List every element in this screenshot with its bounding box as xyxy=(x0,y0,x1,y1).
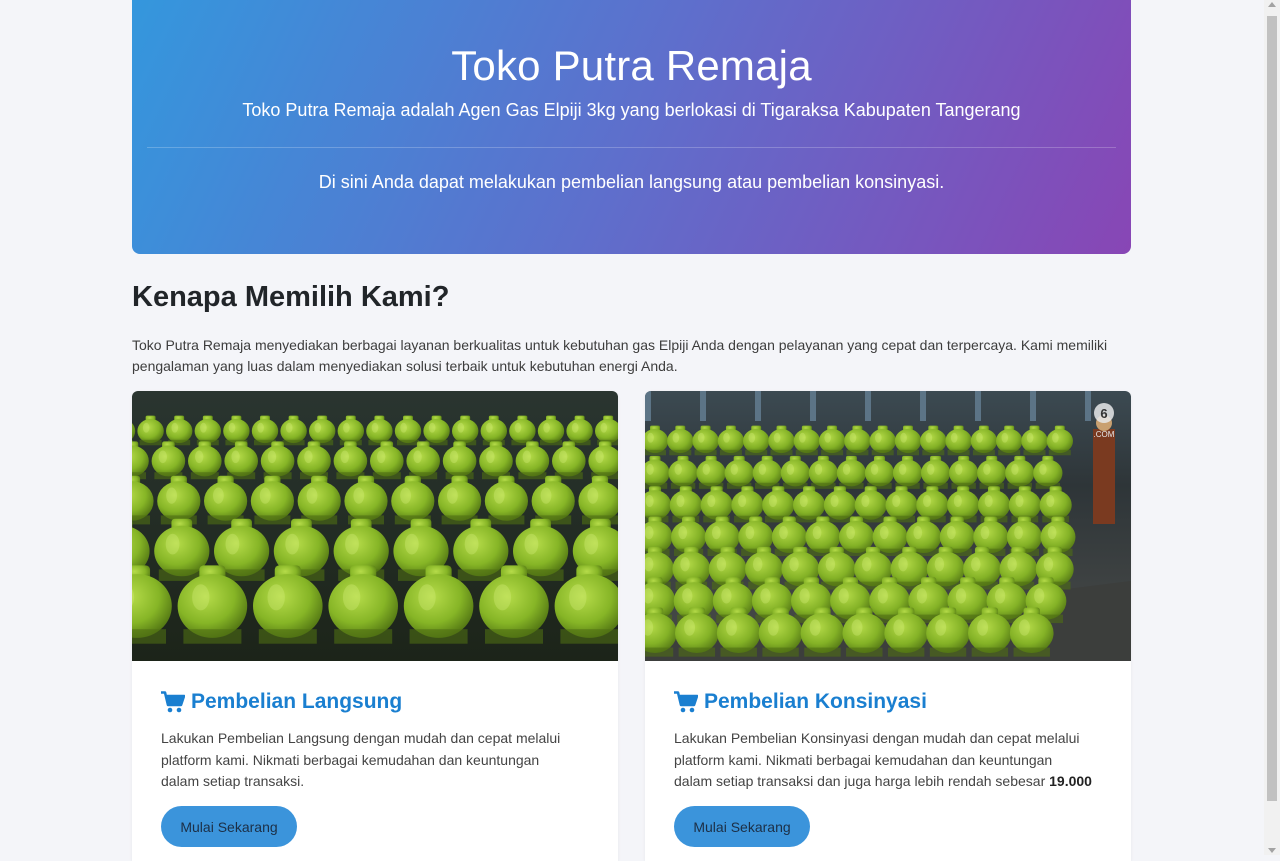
section-title: Kenapa Memilih Kami? xyxy=(132,281,449,314)
start-now-button[interactable]: Mulai Sekarang xyxy=(161,806,297,847)
hero-subtitle: Toko Putra Remaja adalah Agen Gas Elpiji… xyxy=(132,100,1131,121)
card-title-konsinyasi[interactable]: Pembelian Konsinyasi xyxy=(674,690,927,714)
card-description-text: Lakukan Pembelian Konsinyasi dengan muda… xyxy=(674,730,1080,789)
card-title-label: Pembelian Langsung xyxy=(191,690,402,714)
hero-title: Toko Putra Remaja xyxy=(132,42,1131,90)
card-title-label: Pembelian Konsinyasi xyxy=(704,690,927,714)
section-text: Toko Putra Remaja menyediakan berbagai l… xyxy=(132,335,1132,377)
start-now-button[interactable]: Mulai Sekarang xyxy=(674,806,810,847)
card-title-langsung[interactable]: Pembelian Langsung xyxy=(161,690,402,714)
service-card-langsung: Pembelian Langsung Lakukan Pembelian Lan… xyxy=(132,391,618,861)
scrollbar-thumb[interactable] xyxy=(1267,16,1277,801)
svg-text:.COM: .COM xyxy=(1094,430,1115,439)
svg-text:6: 6 xyxy=(1100,406,1107,421)
service-card-konsinyasi: 6 .COM Pembelian Konsinyasi Lakukan Pemb… xyxy=(645,391,1131,861)
scroll-down-icon[interactable] xyxy=(1268,848,1276,853)
gas-cylinders-image xyxy=(132,391,618,661)
shopping-cart-icon xyxy=(674,691,698,713)
price-discount: 19.000 xyxy=(1049,773,1092,789)
hero-divider xyxy=(147,147,1116,148)
card-description: Lakukan Pembelian Konsinyasi dengan muda… xyxy=(674,728,1094,793)
scroll-up-icon[interactable] xyxy=(1268,2,1276,7)
gas-cylinders-warehouse-image: 6 .COM xyxy=(645,391,1131,661)
hero-lead: Di sini Anda dapat melakukan pembelian l… xyxy=(132,172,1131,193)
shopping-cart-icon xyxy=(161,691,185,713)
hero-banner: Toko Putra Remaja Toko Putra Remaja adal… xyxy=(132,0,1131,254)
page-scrollbar[interactable] xyxy=(1264,0,1280,855)
card-description: Lakukan Pembelian Langsung dengan mudah … xyxy=(161,728,581,793)
